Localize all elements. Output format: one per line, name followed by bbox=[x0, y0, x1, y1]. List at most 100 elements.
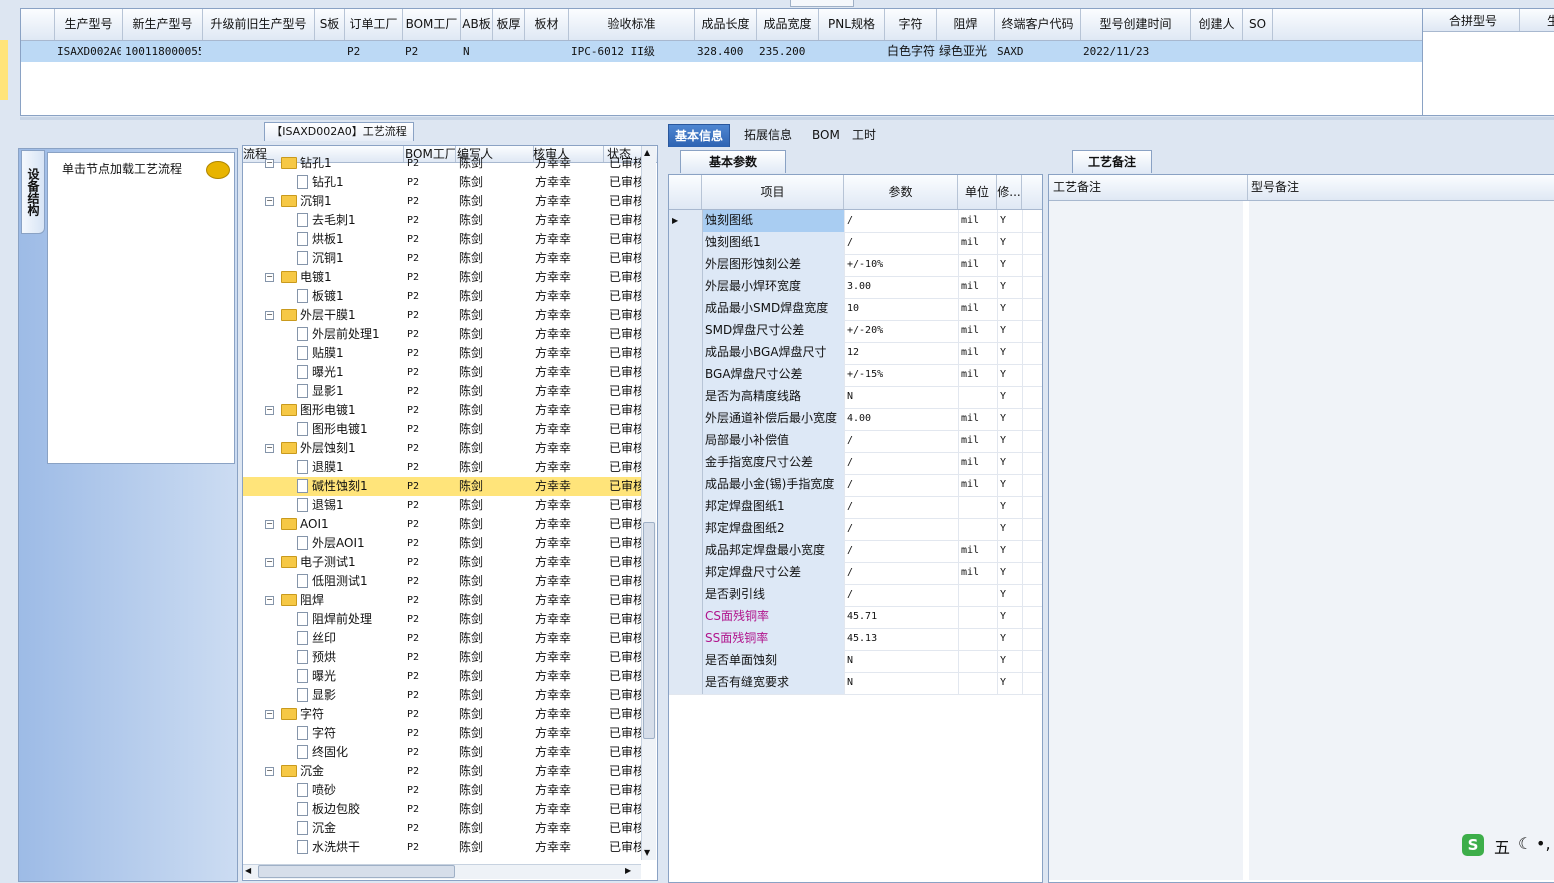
tree-row[interactable]: − 字符 P2 陈剑 方幸幸 已审核 bbox=[243, 705, 643, 724]
param-item-cell[interactable]: 外层通道补偿后最小宽度 bbox=[703, 408, 845, 430]
tree-vertical-scroll-thumb[interactable] bbox=[643, 522, 655, 739]
param-unit-cell[interactable] bbox=[959, 496, 998, 518]
param-unit-cell[interactable]: mil bbox=[959, 320, 998, 342]
param-unit-cell[interactable]: mil bbox=[959, 254, 998, 276]
param-row[interactable]: 成品最小金(锡)手指宽度 / mil Y bbox=[669, 474, 1042, 497]
tree-node[interactable]: 退锡1 bbox=[297, 496, 344, 515]
param-item-cell[interactable]: 成品最小BGA焊盘尺寸 bbox=[703, 342, 845, 364]
tree-node[interactable]: 钻孔1 bbox=[281, 154, 332, 173]
param-col-header[interactable]: 单位 bbox=[958, 175, 997, 209]
top-col-header[interactable]: 型号创建时间 bbox=[1081, 9, 1191, 40]
tree-row[interactable]: 沉铜1 P2 陈剑 方幸幸 已审核 bbox=[243, 249, 643, 268]
tree-node[interactable]: 电子测试1 bbox=[281, 553, 356, 572]
param-value-cell[interactable]: / bbox=[845, 540, 959, 562]
tree-row[interactable]: − 沉金 P2 陈剑 方幸幸 已审核 bbox=[243, 762, 643, 781]
param-row[interactable]: 外层图形蚀刻公差 +/-10% mil Y bbox=[669, 254, 1042, 277]
param-unit-cell[interactable] bbox=[959, 584, 998, 606]
param-value-cell[interactable]: / bbox=[845, 210, 959, 232]
param-row[interactable]: 是否为高精度线路 N Y bbox=[669, 386, 1042, 409]
param-mod-cell[interactable]: Y bbox=[998, 474, 1023, 496]
param-row[interactable]: 成品最小SMD焊盘宽度 10 mil Y bbox=[669, 298, 1042, 321]
tree-node[interactable]: 退膜1 bbox=[297, 458, 344, 477]
param-row-indicator[interactable] bbox=[669, 650, 703, 672]
tree-row[interactable]: 曝光 P2 陈剑 方幸幸 已审核 bbox=[243, 667, 643, 686]
tree-node[interactable]: 丝印 bbox=[297, 629, 336, 648]
param-item-cell[interactable]: 是否为高精度线路 bbox=[703, 386, 845, 408]
param-row[interactable]: 外层通道补偿后最小宽度 4.00 mil Y bbox=[669, 408, 1042, 431]
param-row[interactable]: ▶ 蚀刻图纸 / mil Y bbox=[669, 210, 1042, 233]
param-item-cell[interactable]: SS面残铜率 bbox=[703, 628, 845, 650]
param-mod-cell[interactable]: Y bbox=[998, 276, 1023, 298]
param-unit-cell[interactable]: mil bbox=[959, 276, 998, 298]
param-item-cell[interactable]: 蚀刻图纸1 bbox=[703, 232, 845, 254]
subtab-basic-params[interactable]: 基本参数 bbox=[680, 150, 786, 173]
tree-row[interactable]: 曝光1 P2 陈剑 方幸幸 已审核 bbox=[243, 363, 643, 382]
tree-row[interactable]: − 电子测试1 P2 陈剑 方幸幸 已审核 bbox=[243, 553, 643, 572]
moon-icon[interactable]: ☾ bbox=[1518, 834, 1532, 853]
param-value-cell[interactable]: +/-15% bbox=[845, 364, 959, 386]
ime-mode-label[interactable]: 五 bbox=[1494, 834, 1510, 858]
param-row-indicator[interactable] bbox=[669, 584, 703, 606]
param-mod-cell[interactable]: Y bbox=[998, 342, 1023, 364]
param-row-indicator[interactable] bbox=[669, 672, 703, 694]
param-value-cell[interactable]: 45.71 bbox=[845, 606, 959, 628]
top-col-header[interactable]: 新生产型号 bbox=[123, 9, 203, 40]
param-row[interactable]: 是否单面蚀刻 N Y bbox=[669, 650, 1042, 673]
param-value-cell[interactable]: N bbox=[845, 672, 959, 694]
param-item-cell[interactable]: CS面残铜率 bbox=[703, 606, 845, 628]
tree-vertical-scrollbar[interactable]: ▲ ▼ bbox=[641, 146, 656, 860]
top-row-cell[interactable] bbox=[1245, 41, 1271, 62]
tree-row[interactable]: 板镀1 P2 陈剑 方幸幸 已审核 bbox=[243, 287, 643, 306]
tree-row[interactable]: − AOI1 P2 陈剑 方幸幸 已审核 bbox=[243, 515, 643, 534]
param-row[interactable]: 外层最小焊环宽度 3.00 mil Y bbox=[669, 276, 1042, 299]
param-row-indicator[interactable] bbox=[669, 386, 703, 408]
param-mod-cell[interactable]: Y bbox=[998, 496, 1023, 518]
param-row[interactable]: 邦定焊盘图纸2/ Y bbox=[669, 518, 1042, 541]
top-splitter-handle[interactable] bbox=[790, 0, 854, 7]
param-value-cell[interactable]: / bbox=[845, 232, 959, 254]
param-row-indicator[interactable] bbox=[669, 452, 703, 474]
tree-row[interactable]: 钻孔1 P2 陈剑 方幸幸 已审核 bbox=[243, 173, 643, 192]
tree-row[interactable]: 去毛刺1 P2 陈剑 方幸幸 已审核 bbox=[243, 211, 643, 230]
tree-row[interactable]: 显影1 P2 陈剑 方幸幸 已审核 bbox=[243, 382, 643, 401]
param-mod-cell[interactable]: Y bbox=[998, 430, 1023, 452]
param-row[interactable]: 邦定焊盘尺寸公差 / mil Y bbox=[669, 562, 1042, 585]
param-unit-cell[interactable] bbox=[959, 672, 998, 694]
param-item-cell[interactable]: 成品最小SMD焊盘宽度 bbox=[703, 298, 845, 320]
tree-row[interactable]: 图形电镀1 P2 陈剑 方幸幸 已审核 bbox=[243, 420, 643, 439]
top-col-header[interactable]: 成品宽度 bbox=[757, 9, 819, 40]
param-value-cell[interactable]: / bbox=[845, 474, 959, 496]
param-item-cell[interactable]: BGA焊盘尺寸公差 bbox=[703, 364, 845, 386]
tree-row[interactable]: 烘板1 P2 陈剑 方幸幸 已审核 bbox=[243, 230, 643, 249]
param-item-cell[interactable]: 成品邦定焊盘最小宽度 bbox=[703, 540, 845, 562]
param-row[interactable]: 是否有缝宽要求 N Y bbox=[669, 672, 1042, 695]
tree-row[interactable]: − 沉铜1 P2 陈剑 方幸幸 已审核 bbox=[243, 192, 643, 211]
top-row-cell[interactable] bbox=[821, 41, 883, 62]
param-value-cell[interactable]: / bbox=[845, 584, 959, 606]
param-unit-cell[interactable]: mil bbox=[959, 430, 998, 452]
tree-node[interactable]: 钻孔1 bbox=[297, 173, 344, 192]
param-col-header[interactable]: 参数 bbox=[844, 175, 958, 209]
tree-row[interactable]: 低阻测试1 P2 陈剑 方幸幸 已审核 bbox=[243, 572, 643, 591]
top-col-header[interactable]: 板厚 bbox=[493, 9, 525, 40]
tree-row[interactable]: 阻焊前处理 P2 陈剑 方幸幸 已审核 bbox=[243, 610, 643, 629]
param-row-indicator[interactable] bbox=[669, 540, 703, 562]
param-row-indicator[interactable] bbox=[669, 628, 703, 650]
param-value-cell[interactable]: / bbox=[845, 430, 959, 452]
param-item-cell[interactable]: 邦定焊盘尺寸公差 bbox=[703, 562, 845, 584]
top-row-cell[interactable]: 白色字符 bbox=[887, 41, 935, 62]
top-col-header[interactable]: S板 bbox=[315, 9, 345, 40]
top-row-cell[interactable]: 235.200 bbox=[759, 41, 817, 62]
param-item-cell[interactable]: 邦定焊盘图纸1 bbox=[703, 496, 845, 518]
param-mod-cell[interactable]: Y bbox=[998, 452, 1023, 474]
collapse-toggle-icon[interactable]: − bbox=[265, 444, 274, 453]
param-item-cell[interactable]: 外层最小焊环宽度 bbox=[703, 276, 845, 298]
tree-node[interactable]: 曝光 bbox=[297, 667, 336, 686]
tree-node[interactable]: 沉金 bbox=[297, 819, 336, 838]
tree-row[interactable]: 外层AOI1 P2 陈剑 方幸幸 已审核 bbox=[243, 534, 643, 553]
top-col-header[interactable]: 验收标准 bbox=[569, 9, 695, 40]
tree-node[interactable]: 阻焊 bbox=[281, 591, 324, 610]
param-item-cell[interactable]: 成品最小金(锡)手指宽度 bbox=[703, 474, 845, 496]
param-item-cell[interactable]: 是否剥引线 bbox=[703, 584, 845, 606]
top-col-header[interactable]: 成品长度 bbox=[695, 9, 757, 40]
